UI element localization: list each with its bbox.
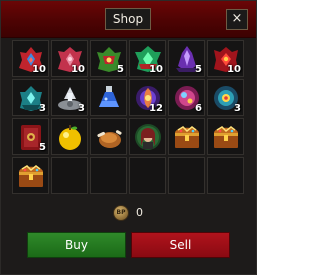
buy-button[interactable]: Buy: [27, 232, 126, 258]
item-quantity: 5: [39, 142, 46, 153]
item-quantity: 3: [39, 103, 46, 114]
inventory-slot[interactable]: 3: [207, 79, 244, 116]
item-quantity: 10: [149, 64, 163, 75]
inventory-slot[interactable]: [90, 79, 127, 116]
inventory-slot[interactable]: 6: [168, 79, 205, 116]
inventory-slot[interactable]: 10: [207, 40, 244, 77]
item-quantity: 5: [117, 64, 124, 75]
inventory-slot[interactable]: 3: [12, 79, 49, 116]
sell-button[interactable]: Sell: [131, 232, 230, 258]
inventory-slot[interactable]: 5: [12, 118, 49, 155]
treasure-chest-icon: [172, 122, 202, 152]
shop-window: Shop × 10 10 5 10 5 10 3 3 12 6 3 5 BP 0 Buy Sell: [0, 0, 257, 275]
close-button[interactable]: ×: [226, 9, 248, 30]
item-quantity: 6: [195, 103, 202, 114]
empty-slot: [90, 157, 127, 194]
treasure-chest-icon: [211, 122, 241, 152]
item-quantity: 3: [234, 103, 241, 114]
item-quantity: 10: [227, 64, 241, 75]
currency-display: BP 0: [113, 205, 153, 221]
empty-slot: [207, 157, 244, 194]
inventory-slot[interactable]: 3: [51, 79, 88, 116]
inventory-slot[interactable]: 12: [129, 79, 166, 116]
inventory-grid: 10 10 5 10 5 10 3 3 12 6 3 5: [12, 40, 244, 194]
inventory-slot[interactable]: [12, 157, 49, 194]
inventory-slot[interactable]: [90, 118, 127, 155]
currency-amount: 0: [136, 206, 143, 219]
item-quantity: 12: [149, 103, 163, 114]
roast-chicken-icon: [94, 122, 124, 152]
treasure-chest-icon: [16, 161, 46, 191]
empty-slot: [51, 157, 88, 194]
title-bar: Shop ×: [1, 1, 256, 38]
inventory-slot[interactable]: 5: [168, 40, 205, 77]
inventory-slot[interactable]: 5: [90, 40, 127, 77]
inventory-slot[interactable]: [129, 118, 166, 155]
inventory-slot[interactable]: 10: [51, 40, 88, 77]
empty-slot: [168, 157, 205, 194]
blue-potion-icon: [94, 83, 124, 113]
inventory-slot[interactable]: [51, 118, 88, 155]
inventory-slot[interactable]: 10: [12, 40, 49, 77]
empty-slot: [129, 157, 166, 194]
bp-coin-icon: BP: [113, 205, 129, 221]
inventory-slot[interactable]: 10: [129, 40, 166, 77]
hero-portrait-icon: [133, 122, 163, 152]
item-quantity: 10: [71, 64, 85, 75]
item-quantity: 10: [32, 64, 46, 75]
tab-shop[interactable]: Shop: [105, 8, 151, 30]
item-quantity: 5: [195, 64, 202, 75]
inventory-slot[interactable]: [168, 118, 205, 155]
inventory-slot[interactable]: [207, 118, 244, 155]
golden-apple-icon: [55, 122, 85, 152]
item-quantity: 3: [78, 103, 85, 114]
